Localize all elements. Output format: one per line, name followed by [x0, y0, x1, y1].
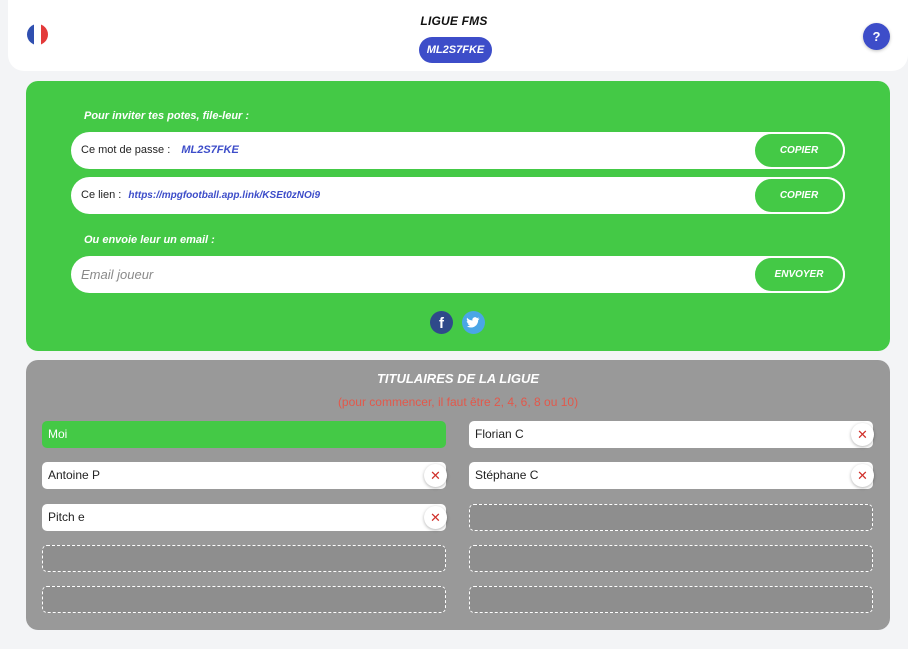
facebook-icon[interactable]: f — [430, 311, 453, 334]
empty-slot — [469, 545, 873, 572]
facebook-glyph: f — [439, 315, 445, 332]
help-button[interactable]: ? — [863, 23, 890, 50]
player-slot: Antoine P ✕ — [42, 462, 447, 489]
twitter-icon[interactable] — [462, 311, 485, 334]
roster-title: TITULAIRES DE LA LIGUE — [376, 371, 540, 386]
player-slot: Stéphane C ✕ — [469, 462, 874, 489]
invite-heading: Pour inviter tes potes, file-leur : — [84, 110, 250, 122]
player-name: Stéphane C — [475, 468, 539, 482]
email-input[interactable] — [81, 256, 741, 293]
remove-player-icon[interactable]: ✕ — [424, 506, 447, 529]
empty-slot — [469, 504, 873, 531]
invite-panel: Pour inviter tes potes, file-leur : Ce m… — [26, 81, 890, 351]
remove-player-icon[interactable]: ✕ — [424, 464, 447, 487]
league-code-badge: ML2S7FKE — [419, 37, 492, 63]
player-name: Antoine P — [48, 468, 101, 482]
player-slot-me: Moi — [42, 421, 446, 448]
roster-panel: TITULAIRES DE LA LIGUE (pour commencer, … — [26, 360, 890, 630]
link-label: Ce lien : — [81, 189, 122, 201]
remove-player-icon[interactable]: ✕ — [851, 423, 874, 446]
email-field: ENVOYER — [71, 256, 845, 293]
player-name: Moi — [48, 427, 68, 441]
password-value: ML2S7FKE — [181, 144, 239, 156]
password-field: Ce mot de passe : ML2S7FKE COPIER — [71, 132, 845, 169]
password-label: Ce mot de passe : — [81, 144, 171, 156]
email-heading: Ou envoie leur un email : — [84, 234, 215, 246]
player-slot: Pitch e ✕ — [42, 504, 447, 531]
empty-slot — [42, 586, 446, 613]
empty-slot — [42, 545, 446, 572]
player-name: Florian C — [475, 427, 524, 441]
invite-link[interactable]: https://mpgfootball.app.link/KSEt0zNOi9 — [128, 190, 320, 201]
player-name: Pitch e — [48, 510, 85, 524]
copy-password-button[interactable]: COPIER — [753, 132, 845, 169]
send-email-button[interactable]: ENVOYER — [753, 256, 845, 293]
copy-link-button[interactable]: COPIER — [753, 177, 845, 214]
remove-player-icon[interactable]: ✕ — [851, 464, 874, 487]
empty-slot — [469, 586, 873, 613]
header-bar: LIGUE FMS ML2S7FKE ? — [8, 0, 908, 71]
player-slot: Florian C ✕ — [469, 421, 874, 448]
link-field: Ce lien : https://mpgfootball.app.link/K… — [71, 177, 845, 214]
roster-subtitle: (pour commencer, il faut être 2, 4, 6, 8… — [337, 395, 579, 409]
league-title: LIGUE FMS — [420, 14, 488, 28]
